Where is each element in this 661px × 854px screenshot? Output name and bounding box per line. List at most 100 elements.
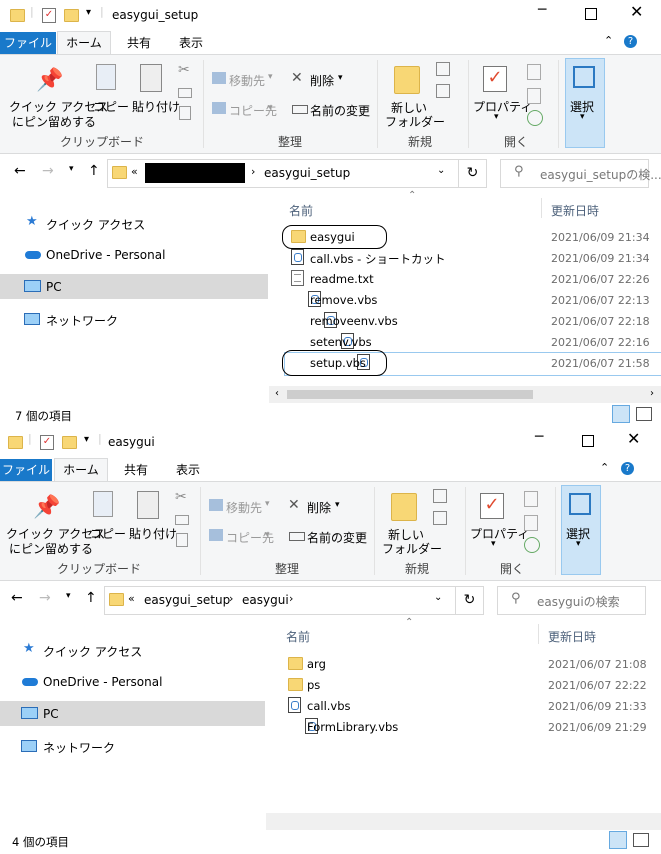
file-name[interactable]: easygui [310, 230, 355, 244]
cut-icon[interactable]: ✂ [175, 489, 187, 505]
tab-view[interactable]: 表示 [163, 459, 213, 481]
copy-path-icon[interactable] [175, 515, 189, 525]
file-name[interactable]: setenv.vbs [310, 335, 372, 349]
properties-button[interactable]: プロパティ [473, 98, 532, 115]
nav-network[interactable]: ネットワーク [46, 312, 118, 329]
file-name[interactable]: ps [307, 678, 320, 692]
new-item-icon[interactable] [433, 489, 447, 503]
file-name[interactable]: remove.vbs [310, 293, 377, 307]
properties-qat-icon[interactable]: ✓ [42, 8, 56, 23]
nav-quick-access[interactable]: クイック アクセス [46, 216, 145, 233]
copy-path-icon[interactable] [178, 88, 192, 98]
rename-button[interactable]: 名前の変更 [307, 529, 367, 546]
scrollbar-thumb[interactable] [287, 390, 533, 399]
breadcrumb-separator[interactable]: › [229, 592, 233, 605]
delete-button[interactable]: 削除 [307, 499, 331, 516]
address-dropdown-icon[interactable]: ⌄ [437, 165, 445, 176]
close-button[interactable]: ✕ [627, 429, 640, 448]
back-arrow-icon[interactable]: ← [14, 163, 26, 179]
new-folder-label-2[interactable]: フォルダー [382, 540, 442, 557]
file-name[interactable]: setup.vbs [310, 356, 366, 370]
tab-view[interactable]: 表示 [166, 32, 216, 54]
history-icon[interactable] [524, 537, 540, 553]
large-icons-view-icon[interactable] [636, 407, 652, 421]
file-name[interactable]: call.vbs - ショートカット [310, 251, 445, 267]
tab-home[interactable]: ホーム [57, 31, 111, 54]
quick-folder-icon[interactable] [8, 436, 23, 449]
refresh-button[interactable]: ↻ [458, 159, 487, 188]
file-name[interactable]: arg [307, 657, 326, 671]
tab-home[interactable]: ホーム [54, 458, 108, 481]
close-button[interactable]: ✕ [630, 2, 643, 21]
tab-share[interactable]: 共有 [114, 32, 164, 54]
new-folder-label-2[interactable]: フォルダー [385, 113, 445, 130]
details-view-icon[interactable] [609, 831, 627, 849]
qat-dropdown-icon[interactable]: ▾ [86, 7, 91, 18]
nav-network[interactable]: ネットワーク [43, 739, 115, 756]
back-arrow-icon[interactable]: ← [11, 590, 23, 606]
recent-dropdown-icon[interactable]: ▾ [66, 591, 71, 601]
collapse-ribbon-icon[interactable]: ⌃ [600, 461, 609, 474]
help-icon[interactable]: ? [621, 462, 634, 475]
new-item-icon[interactable] [436, 62, 450, 76]
tab-file[interactable]: ファイル [0, 32, 56, 54]
delete-button[interactable]: 削除 [310, 72, 334, 89]
copy-button[interactable]: コピー [93, 98, 129, 115]
horizontal-scrollbar[interactable] [266, 813, 661, 830]
copy-to-dropdown-icon[interactable]: ▾ [265, 530, 270, 540]
breadcrumb-current[interactable]: easygui [242, 593, 289, 607]
open-icon[interactable] [527, 64, 541, 80]
file-name[interactable]: FormLibrary.vbs [307, 720, 398, 734]
rename-button[interactable]: 名前の変更 [310, 102, 370, 119]
breadcrumb-separator[interactable]: › [289, 592, 293, 605]
new-folder-qat-icon[interactable] [64, 9, 79, 22]
new-folder-qat-icon[interactable] [62, 436, 77, 449]
breadcrumb-parent[interactable]: easygui_setup [144, 593, 230, 607]
properties-dropdown-icon[interactable]: ▾ [491, 539, 496, 549]
collapse-ribbon-icon[interactable]: ⌃ [604, 34, 613, 47]
up-arrow-icon[interactable]: ↑ [88, 163, 100, 179]
nav-onedrive[interactable]: OneDrive - Personal [43, 675, 162, 689]
help-icon[interactable]: ? [624, 35, 637, 48]
nav-onedrive[interactable]: OneDrive - Personal [46, 248, 165, 262]
move-to-button[interactable]: 移動先 [226, 499, 262, 516]
refresh-button[interactable]: ↻ [455, 586, 484, 615]
scroll-right-icon[interactable]: › [650, 388, 654, 399]
pin-label-2[interactable]: にピン留めする [12, 113, 96, 130]
minimize-button[interactable]: ─ [538, 2, 546, 18]
address-dropdown-icon[interactable]: ⌄ [434, 592, 442, 603]
nav-pc[interactable]: PC [43, 707, 59, 721]
properties-button[interactable]: プロパティ [470, 525, 529, 542]
recent-dropdown-icon[interactable]: ▾ [69, 164, 74, 174]
scroll-left-icon[interactable]: ‹ [275, 388, 279, 399]
copy-to-dropdown-icon[interactable]: ▾ [268, 103, 273, 113]
move-dropdown-icon[interactable]: ▾ [268, 72, 273, 82]
paste-button[interactable]: 貼り付け [129, 525, 177, 542]
paste-shortcut-icon[interactable] [176, 533, 188, 547]
nav-quick-access[interactable]: クイック アクセス [43, 643, 142, 660]
delete-dropdown-icon[interactable]: ▾ [338, 73, 343, 83]
move-dropdown-icon[interactable]: ▾ [265, 499, 270, 509]
delete-dropdown-icon[interactable]: ▾ [335, 500, 340, 510]
open-icon[interactable] [524, 491, 538, 507]
column-header-name[interactable]: 名前 [289, 202, 313, 219]
copy-button[interactable]: コピー [90, 525, 126, 542]
nav-pc-selected[interactable] [0, 701, 265, 726]
quick-folder-icon[interactable] [10, 9, 25, 22]
forward-arrow-icon[interactable]: → [42, 163, 54, 179]
maximize-button[interactable] [585, 8, 597, 20]
paste-shortcut-icon[interactable] [179, 106, 191, 120]
qat-dropdown-icon[interactable]: ▾ [84, 434, 89, 445]
maximize-button[interactable] [582, 435, 594, 447]
large-icons-view-icon[interactable] [633, 833, 649, 847]
pin-label-2[interactable]: にピン留めする [9, 540, 93, 557]
file-name[interactable]: removeenv.vbs [310, 314, 398, 328]
paste-button[interactable]: 貼り付け [132, 98, 180, 115]
column-header-modified[interactable]: 更新日時 [548, 628, 596, 645]
properties-qat-icon[interactable]: ✓ [40, 435, 54, 450]
breadcrumb-separator[interactable]: › [251, 165, 255, 178]
properties-dropdown-icon[interactable]: ▾ [494, 112, 499, 122]
breadcrumb-current[interactable]: easygui_setup [264, 166, 350, 180]
minimize-button[interactable]: ─ [535, 429, 543, 445]
easy-access-icon[interactable] [433, 511, 447, 525]
